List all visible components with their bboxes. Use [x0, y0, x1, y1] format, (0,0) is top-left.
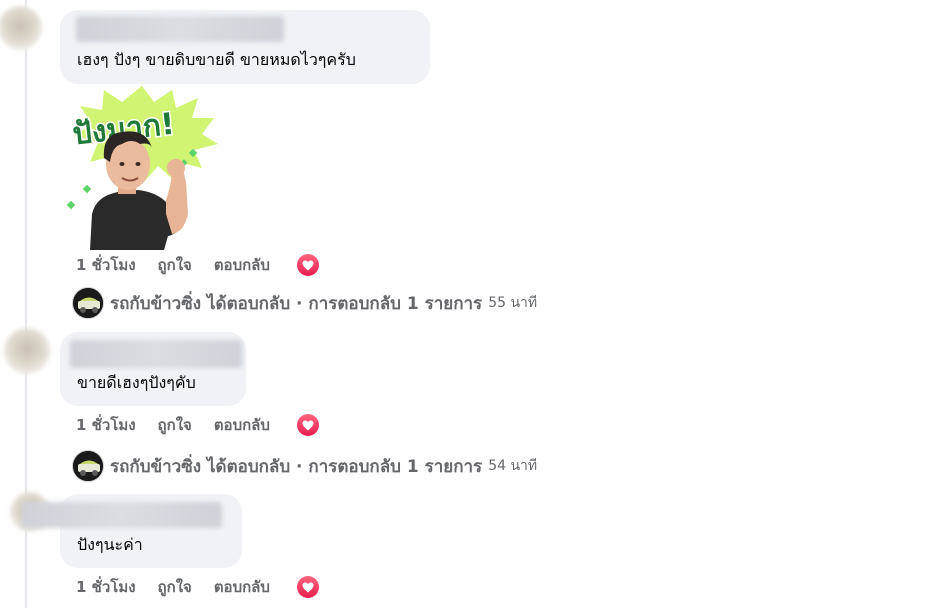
heart-reaction-icon[interactable]	[295, 253, 320, 277]
comment-bubble: ปังๆนะค่า	[22, 494, 242, 568]
heart-reaction-icon[interactable]	[295, 413, 320, 437]
reply-timestamp[interactable]: 55 นาที	[488, 292, 537, 314]
reply-summary[interactable]: รถกับข้าวซิ่ง ได้ตอบกลับ · การตอบกลับ 1 …	[72, 287, 537, 319]
reply-button[interactable]: ตอบกลับ	[214, 413, 270, 437]
commenter-name-redacted[interactable]	[76, 16, 284, 42]
comment-text: ปังๆนะค่า	[77, 535, 143, 554]
avatar[interactable]	[4, 328, 50, 374]
commenter-name-redacted[interactable]	[22, 502, 222, 528]
avatar[interactable]	[0, 6, 42, 50]
reply-button[interactable]: ตอบกลับ	[214, 253, 270, 277]
comment-actions: 1 ชั่วโมง ถูกใจ ตอบกลับ	[76, 413, 320, 437]
reply-summary-text[interactable]: รถกับข้าวซิ่ง ได้ตอบกลับ · การตอบกลับ 1 …	[110, 453, 482, 480]
comment-timestamp[interactable]: 1 ชั่วโมง	[76, 575, 136, 599]
page-avatar	[72, 450, 104, 482]
comment-actions: 1 ชั่วโมง ถูกใจ ตอบกลับ	[76, 253, 320, 277]
reply-summary[interactable]: รถกับข้าวซิ่ง ได้ตอบกลับ · การตอบกลับ 1 …	[72, 450, 537, 482]
commenter-name-redacted[interactable]	[70, 340, 242, 368]
comment-actions: 1 ชั่วโมง ถูกใจ ตอบกลับ	[76, 575, 320, 599]
sticker-image[interactable]: ปังมาก!	[62, 84, 222, 250]
like-button[interactable]: ถูกใจ	[158, 413, 192, 437]
comment-bubble: เฮงๆ ปังๆ ขายดิบขายดี ขายหมดไวๆครับ	[60, 10, 430, 84]
comment-text: ขายดีเฮงๆปังๆคับ	[77, 373, 196, 392]
comment-timestamp[interactable]: 1 ชั่วโมง	[76, 253, 136, 277]
like-button[interactable]: ถูกใจ	[158, 575, 192, 599]
comment-text: เฮงๆ ปังๆ ขายดิบขายดี ขายหมดไวๆครับ	[77, 50, 356, 69]
reply-button[interactable]: ตอบกลับ	[214, 575, 270, 599]
like-button[interactable]: ถูกใจ	[158, 253, 192, 277]
page-avatar	[72, 287, 104, 319]
comment-bubble: ขายดีเฮงๆปังๆคับ	[60, 332, 246, 406]
comment-timestamp[interactable]: 1 ชั่วโมง	[76, 413, 136, 437]
reply-timestamp[interactable]: 54 นาที	[488, 455, 537, 477]
heart-reaction-icon[interactable]	[295, 575, 320, 599]
reply-summary-text[interactable]: รถกับข้าวซิ่ง ได้ตอบกลับ · การตอบกลับ 1 …	[110, 290, 482, 317]
